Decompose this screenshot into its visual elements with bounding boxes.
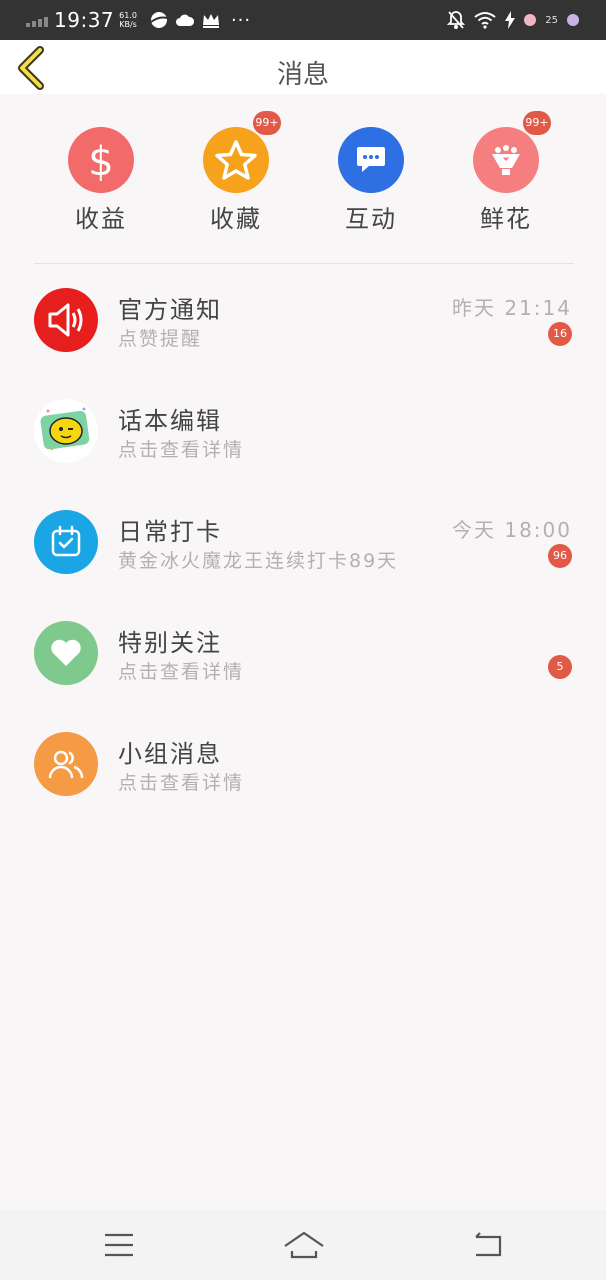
- message-title: 话本编辑: [118, 407, 222, 435]
- message-row-special-follow[interactable]: 特别关注 点击查看详情 5: [0, 597, 606, 708]
- unread-badge: 96: [548, 544, 572, 568]
- category-interaction[interactable]: 互动: [316, 127, 426, 237]
- charging-icon: [505, 11, 516, 29]
- app-avatar-icon: [567, 14, 579, 26]
- flower-bouquet-icon: [473, 127, 539, 193]
- status-time: 19:37: [54, 8, 115, 32]
- message-time: 昨天 21:14: [452, 296, 572, 320]
- category-label: 收益: [75, 205, 127, 233]
- message-row-group[interactable]: 小组消息 点击查看详情: [0, 708, 606, 819]
- calendar-check-icon: [34, 510, 98, 574]
- category-earnings[interactable]: $ 收益: [46, 127, 156, 237]
- menu-icon: [105, 1233, 133, 1257]
- system-nav-bar: [0, 1210, 606, 1280]
- status-notification-count: 25: [545, 14, 558, 26]
- message-subtitle: 黄金冰火魔龙王连续打卡89天: [118, 550, 399, 572]
- message-subtitle: 点击查看详情: [118, 772, 245, 794]
- wifi-icon: [474, 12, 496, 29]
- category-bar: $ 收益 收藏 99+ 互动 鲜花 99+: [0, 94, 606, 264]
- star-icon: [203, 127, 269, 193]
- heart-icon: [34, 621, 98, 685]
- network-speed: 61.0 KB/s: [119, 11, 137, 29]
- message-time: 今天 18:00: [452, 518, 572, 542]
- unread-badge: 5: [548, 655, 572, 679]
- category-label: 收藏: [210, 205, 262, 233]
- category-favorites[interactable]: 收藏 99+: [181, 111, 291, 237]
- status-bar: 19:37 61.0 KB/s ··· 25: [0, 0, 606, 40]
- message-subtitle: 点击查看详情: [118, 661, 245, 683]
- app-avatar-icon: [524, 14, 537, 26]
- chat-icon: [338, 127, 404, 193]
- editor-mascot-icon: [34, 399, 98, 463]
- dollar-icon: $: [68, 127, 134, 193]
- back-icon: [475, 1232, 502, 1257]
- signal-icon: [26, 13, 48, 27]
- message-title: 特别关注: [118, 629, 222, 657]
- message-row-official[interactable]: 官方通知 点赞提醒 昨天 21:14 16: [0, 264, 606, 375]
- notification-off-icon: [447, 11, 466, 29]
- network-speed-unit: KB/s: [119, 20, 137, 29]
- home-icon: [284, 1231, 324, 1259]
- menu-button[interactable]: [99, 1227, 139, 1263]
- message-title: 小组消息: [118, 740, 222, 768]
- home-button[interactable]: [282, 1227, 326, 1263]
- message-row-editor[interactable]: 话本编辑 点击查看详情: [0, 375, 606, 486]
- page-title: 消息: [276, 60, 329, 90]
- cloud-app-icon: [175, 14, 194, 26]
- unread-badge: 16: [548, 322, 572, 346]
- category-flowers[interactable]: 鲜花 99+: [451, 111, 561, 237]
- group-icon: [34, 732, 98, 796]
- message-subtitle: 点赞提醒: [118, 328, 203, 350]
- message-title: 官方通知: [118, 296, 222, 324]
- message-subtitle: 点击查看详情: [118, 439, 245, 461]
- more-status-icons: ···: [230, 9, 252, 31]
- message-row-checkin[interactable]: 日常打卡 黄金冰火魔龙王连续打卡89天 今天 18:00 96: [0, 486, 606, 597]
- badge-count: 99+: [253, 111, 281, 135]
- badge-count: 99+: [523, 111, 551, 135]
- message-title: 日常打卡: [118, 518, 222, 546]
- back-nav-button[interactable]: [468, 1227, 508, 1263]
- crown-app-icon: [202, 14, 219, 28]
- category-label: 鲜花: [480, 205, 532, 233]
- category-label: 互动: [345, 205, 397, 233]
- svg-text:$: $: [88, 139, 113, 183]
- planet-app-icon: [150, 12, 168, 28]
- header: 消息: [0, 40, 606, 94]
- speaker-icon: [34, 288, 98, 352]
- network-speed-value: 61.0: [119, 11, 137, 20]
